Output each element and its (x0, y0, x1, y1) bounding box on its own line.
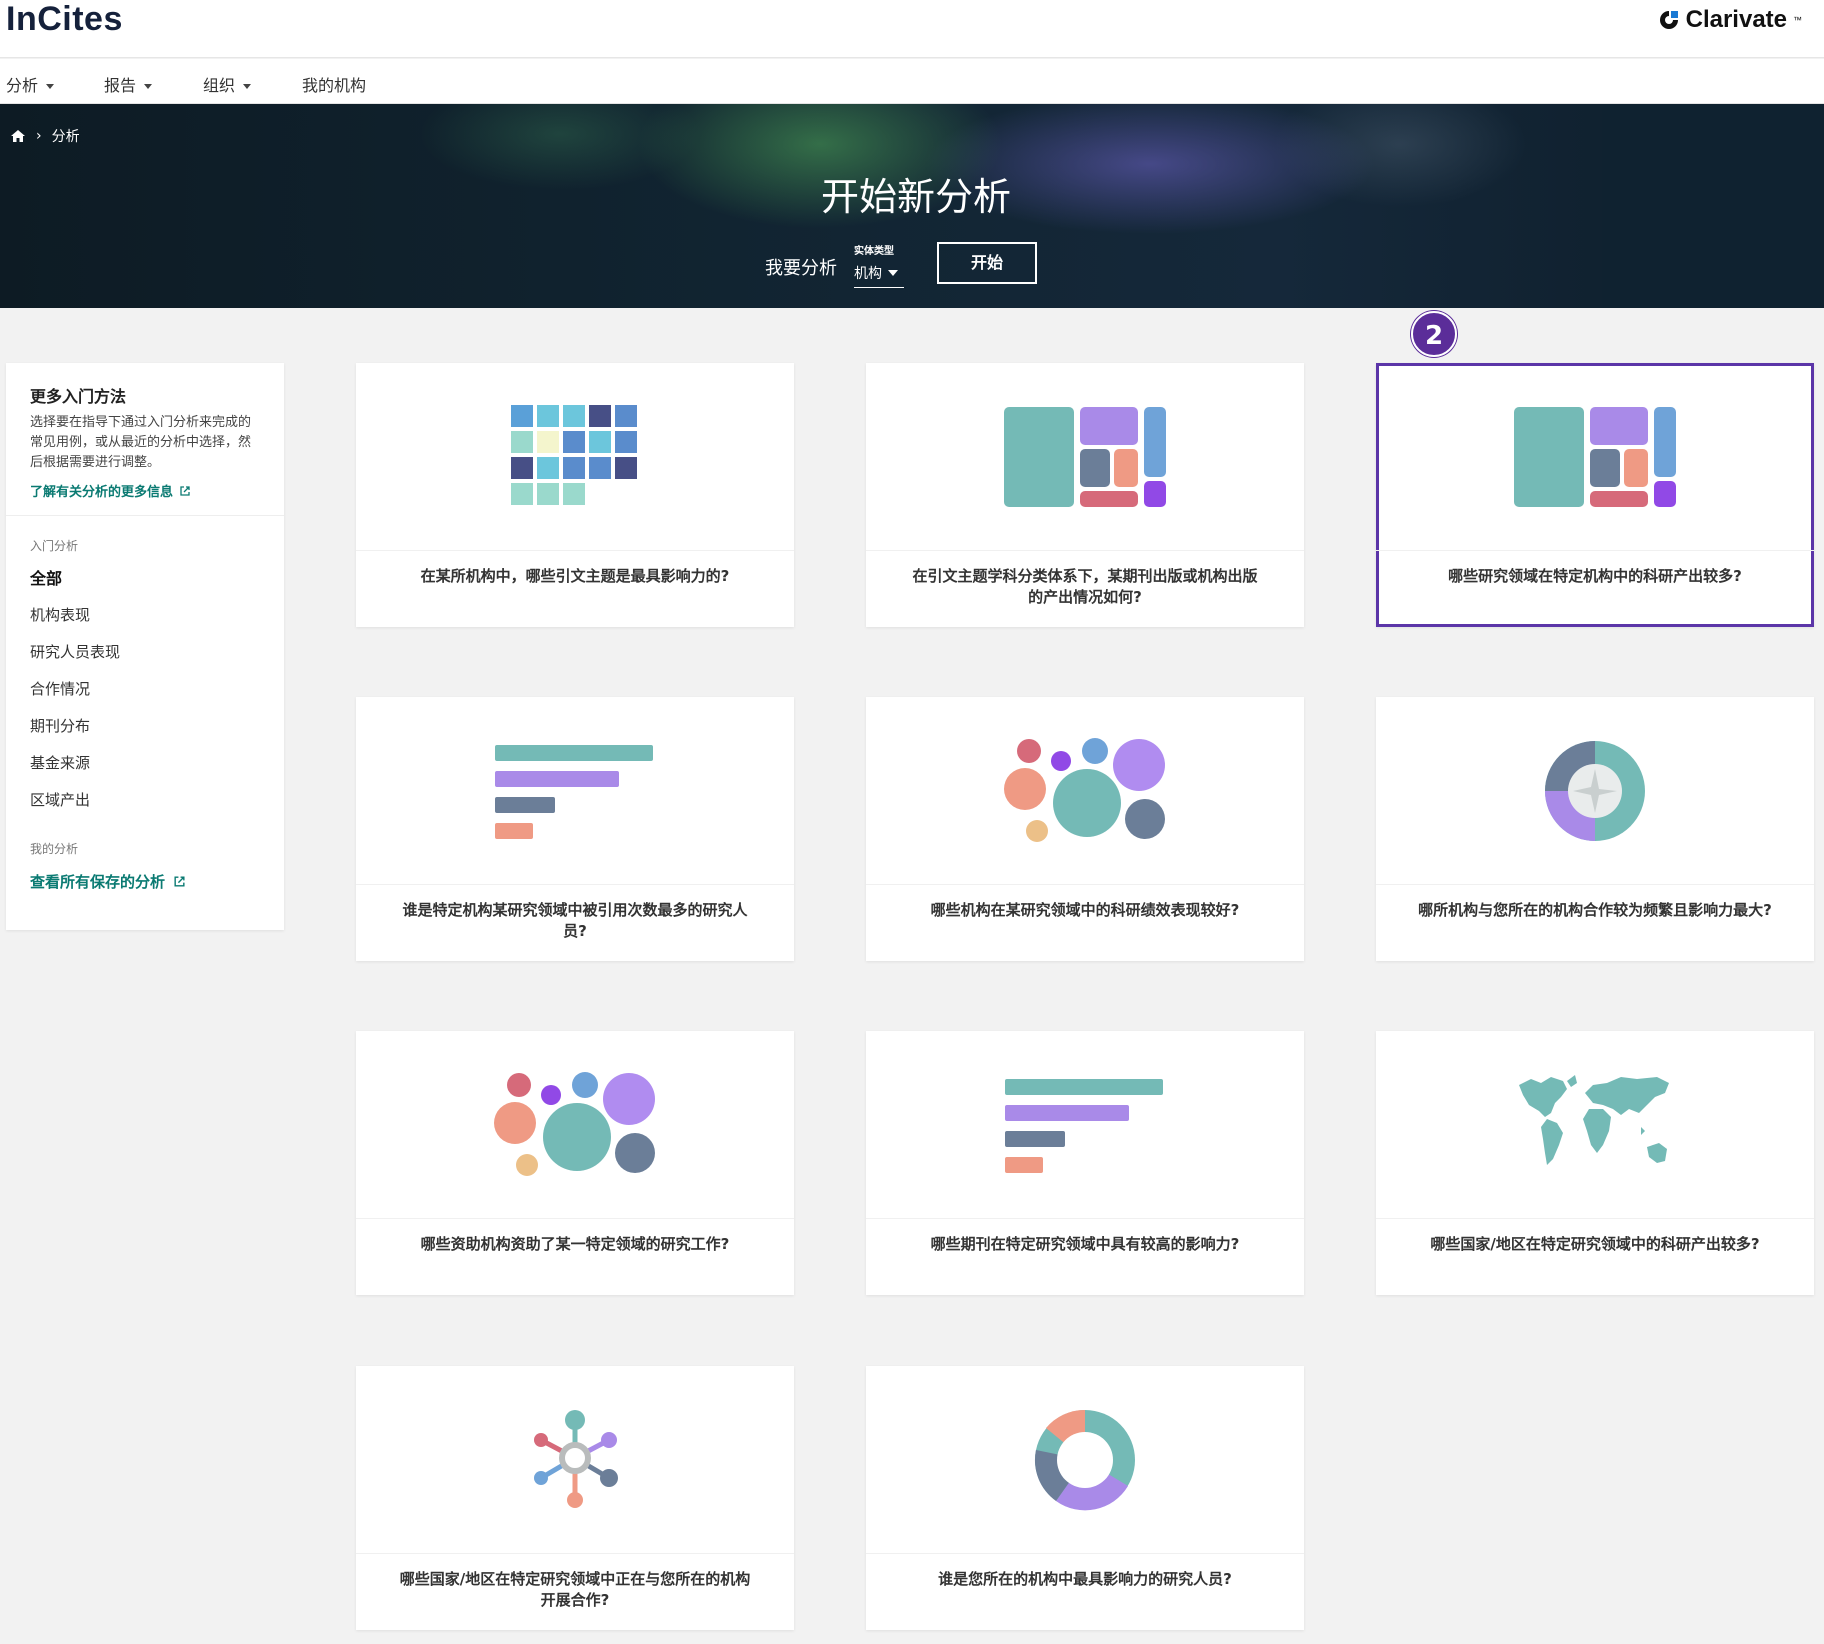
analysis-card-countries-collaboration[interactable]: 哪些国家/地区在特定研究领域中正在与您所在的机构开展合作? (356, 1366, 794, 1630)
card-question: 哪些研究领域在特定机构中的科研产出较多? (1448, 567, 1742, 585)
analysis-card-countries-output[interactable]: 哪些国家/地区在特定研究领域中的科研产出较多? (1376, 1031, 1814, 1295)
card-question: 哪些国家/地区在特定研究领域中正在与您所在的机构开展合作? (399, 1570, 751, 1609)
clarivate-name: Clarivate (1685, 6, 1787, 33)
card-illustration (866, 1031, 1304, 1219)
analysis-card-collaborating-institutions[interactable]: 哪所机构与您所在的机构合作较为频繁且影响力最大? (1376, 697, 1814, 961)
sidebar-item-all[interactable]: 全部 (30, 565, 62, 589)
bubble-chart-icon (1004, 737, 1165, 842)
analysis-card-influential-journals[interactable]: 哪些期刊在特定研究领域中具有较高的影响力? (866, 1031, 1304, 1295)
analysis-card-citation-topics[interactable]: 在某所机构中，哪些引文主题是最具影响力的? (356, 363, 794, 627)
card-question: 哪些国家/地区在特定研究领域中的科研产出较多? (1430, 1235, 1760, 1253)
nav-reports-label: 报告 (104, 76, 137, 95)
analysis-card-top-cited-researchers[interactable]: 谁是特定机构某研究领域中被引用次数最多的研究人员? (356, 697, 794, 961)
clarivate-logo: Clarivate ™ (1658, 6, 1802, 34)
view-saved-analyses-link[interactable]: 查看所有保存的分析 (30, 871, 186, 892)
breadcrumb: › 分析 (10, 126, 80, 146)
card-question: 在某所机构中，哪些引文主题是最具影响力的? (420, 567, 730, 585)
card-illustration (356, 697, 794, 885)
pie-chart-icon (1545, 740, 1645, 841)
start-button[interactable]: 开始 (937, 242, 1037, 284)
hero-banner: › 分析 开始新分析 我要分析 实体类型 机构 开始 (0, 104, 1824, 308)
analyze-label: 我要分析 (765, 258, 837, 279)
sidebar: 更多入门方法 选择要在指导下通过入门分析来完成的常见用例，或从最近的分析中选择，… (6, 363, 284, 930)
sidebar-item-journal-distribution[interactable]: 期刊分布 (30, 715, 90, 736)
sidebar-description: 选择要在指导下通过入门分析来完成的常见用例，或从最近的分析中选择，然后根据需要进… (30, 415, 252, 470)
external-link-icon (180, 485, 190, 496)
nav-reports-menu[interactable]: 报告 (104, 72, 153, 96)
sidebar-item-collaboration[interactable]: 合作情况 (30, 678, 90, 699)
sidebar-item-regional-output[interactable]: 区域产出 (30, 789, 90, 810)
nav-organizations-menu[interactable]: 组织 (203, 72, 252, 96)
card-illustration (1376, 363, 1814, 551)
learn-more-label: 了解有关分析的更多信息 (30, 485, 174, 500)
card-illustration (1376, 1031, 1814, 1219)
chevron-down-icon (243, 84, 252, 89)
donut-chart-icon (1034, 1409, 1135, 1510)
card-question: 谁是您所在的机构中最具影响力的研究人员? (938, 1570, 1232, 1588)
analysis-card-research-areas-output[interactable]: 哪些研究领域在特定机构中的科研产出较多? (1376, 363, 1814, 627)
sidebar-item-researcher-performance[interactable]: 研究人员表现 (30, 641, 120, 662)
card-question: 哪些机构在某研究领域中的科研绩效表现较好? (930, 901, 1240, 919)
card-illustration (866, 363, 1304, 551)
chevron-right-icon: › (36, 128, 42, 144)
view-saved-label: 查看所有保存的分析 (30, 873, 166, 891)
treemap-icon (1514, 406, 1676, 507)
section-getting-started: 入门分析 (30, 539, 79, 553)
nav-analysis-label: 分析 (6, 76, 39, 95)
card-illustration (356, 1366, 794, 1554)
external-link-icon (174, 876, 185, 887)
world-map-icon (1519, 1074, 1669, 1165)
clarivate-mark-icon (1659, 11, 1678, 29)
entity-type-value: 机构 (854, 266, 882, 282)
card-question: 哪些期刊在特定研究领域中具有较高的影响力? (930, 1235, 1240, 1253)
section-my-analyses: 我的分析 (30, 842, 79, 856)
bubble-chart-icon (494, 1071, 655, 1176)
analysis-card-journal-output[interactable]: 在引文主题学科分类体系下，某期刊出版或机构出版的产出情况如何? (866, 363, 1304, 627)
nav-analysis-menu[interactable]: 分析 (6, 72, 55, 96)
card-illustration (1376, 697, 1814, 885)
card-illustration (866, 1366, 1304, 1554)
chevron-down-icon (144, 84, 153, 89)
incites-logo[interactable]: InCites (6, 0, 123, 39)
card-question: 谁是特定机构某研究领域中被引用次数最多的研究人员? (402, 901, 748, 940)
card-illustration (356, 1031, 794, 1219)
step-badge: 2 (1411, 311, 1457, 357)
card-question: 在引文主题学科分类体系下，某期刊出版或机构出版的产出情况如何? (912, 567, 1258, 606)
chevron-down-icon (888, 270, 898, 276)
analysis-card-funding-agencies[interactable]: 哪些资助机构资助了某一特定领域的研究工作? (356, 1031, 794, 1295)
chevron-down-icon (46, 84, 55, 89)
trademark-mark: ™ (1793, 15, 1802, 25)
sidebar-intro: 更多入门方法 选择要在指导下通过入门分析来完成的常见用例，或从最近的分析中选择，… (6, 363, 284, 516)
main-nav: 分析 报告 组织 我的机构 (0, 59, 1824, 104)
card-illustration (356, 363, 794, 551)
top-bar: InCites Clarivate ™ (0, 0, 1824, 58)
nav-organizations-label: 组织 (203, 76, 236, 95)
card-question: 哪些资助机构资助了某一特定领域的研究工作? (420, 1235, 730, 1253)
analysis-card-influential-researchers[interactable]: 谁是您所在的机构中最具影响力的研究人员? (866, 1366, 1304, 1630)
home-icon[interactable] (10, 128, 26, 144)
bar-list-icon (1005, 1078, 1163, 1173)
sidebar-title: 更多入门方法 (30, 387, 127, 406)
analysis-card-institution-performance[interactable]: 哪些机构在某研究领域中的科研绩效表现较好? (866, 697, 1304, 961)
bar-list-icon (495, 744, 653, 839)
breadcrumb-current[interactable]: 分析 (52, 126, 80, 146)
heatmap-grid-icon (511, 404, 637, 505)
sidebar-item-funding-sources[interactable]: 基金来源 (30, 752, 90, 773)
nav-my-institution[interactable]: 我的机构 (302, 72, 366, 96)
page-title: 开始新分析 (820, 175, 1011, 219)
entity-type-caption: 实体类型 (854, 246, 894, 257)
sidebar-item-institution-performance[interactable]: 机构表现 (30, 604, 90, 625)
learn-more-link[interactable]: 了解有关分析的更多信息 (30, 481, 260, 500)
network-icon (534, 1409, 618, 1508)
card-illustration (866, 697, 1304, 885)
card-question: 哪所机构与您所在的机构合作较为频繁且影响力最大? (1418, 901, 1772, 919)
entity-type-select[interactable]: 实体类型 机构 (854, 242, 904, 288)
treemap-icon (1004, 406, 1166, 507)
